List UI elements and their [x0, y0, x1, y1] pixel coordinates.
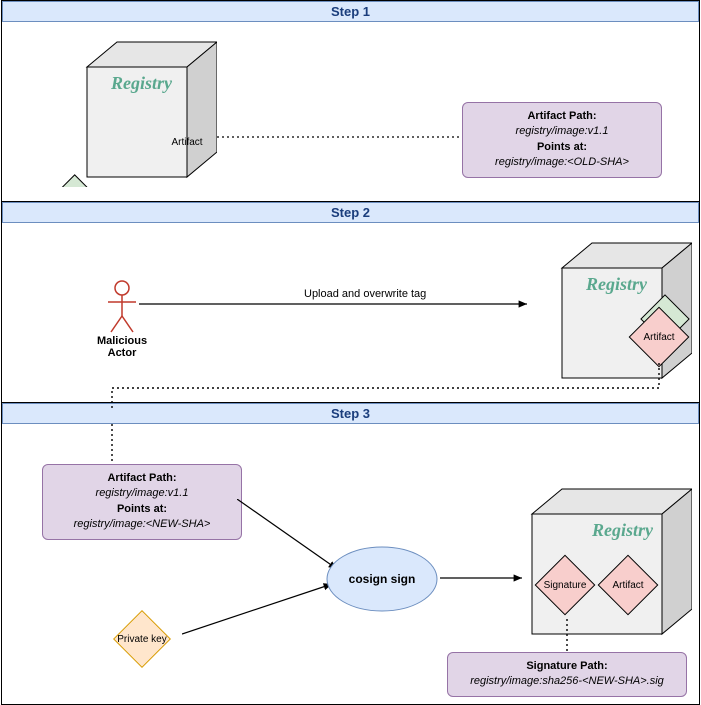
step2-header: Step 2: [2, 202, 699, 223]
infobox-title: Artifact Path:: [473, 109, 651, 124]
private-key-label: Private key: [117, 634, 166, 645]
upload-edge-label: Upload and overwrite tag: [302, 288, 428, 300]
infobox-value2: registry/image:<OLD-SHA>: [473, 155, 651, 170]
signature-label: Signature: [544, 580, 587, 591]
dotted-to-sigpath: [562, 619, 572, 654]
artifact-label-step3: Artifact: [612, 580, 643, 591]
dotted-continue: [107, 424, 117, 464]
diagram-container: Step 1 Registry Artifact Artifact Path:: [1, 0, 700, 705]
artifact-label-step1: Artifact: [171, 137, 202, 148]
registry-label-step1: Registry: [110, 73, 173, 93]
actor-label: Malicious Actor: [87, 335, 157, 359]
infobox-title2: Points at:: [473, 140, 651, 155]
artifact-label-step2: Artifact: [643, 332, 674, 343]
infobox-value2: registry/image:<NEW-SHA>: [53, 517, 231, 532]
dotted-connector-step1: [217, 132, 467, 142]
infobox-title: Artifact Path:: [53, 471, 231, 486]
step1-header: Step 1: [2, 1, 699, 22]
signature-path-box: Signature Path: registry/image:sha256-<N…: [447, 652, 687, 697]
cosign-label: cosign sign: [349, 572, 416, 586]
arrow-to-cosign-2: [182, 574, 342, 654]
registry-label-step3: Registry: [591, 520, 654, 540]
infobox-value: registry/image:sha256-<NEW-SHA>.sig: [458, 674, 676, 689]
malicious-actor: Malicious Actor: [87, 278, 157, 359]
registry-label-step2: Registry: [585, 274, 648, 294]
infobox-value: registry/image:v1.1: [53, 486, 231, 501]
step1-body: Registry Artifact Artifact Path: registr…: [2, 22, 699, 202]
artifact-path-box-step3: Artifact Path: registry/image:v1.1 Point…: [42, 464, 242, 540]
infobox-value: registry/image:v1.1: [473, 124, 651, 139]
infobox-title: Signature Path:: [458, 659, 676, 674]
private-key-diamond: Private key: [102, 599, 182, 679]
artifact-path-box-step1: Artifact Path: registry/image:v1.1 Point…: [462, 102, 662, 178]
registry-cube-step1: Registry Artifact: [57, 37, 217, 187]
upload-arrow: [139, 298, 534, 312]
step3-body: Artifact Path: registry/image:v1.1 Point…: [2, 424, 699, 704]
registry-cube-step3: Registry Signature Artifact: [502, 484, 692, 644]
dotted-path-step2: [107, 363, 667, 408]
step2-body: Malicious Actor Upload and overwrite tag…: [2, 223, 699, 403]
cosign-ellipse: cosign sign: [322, 544, 442, 614]
infobox-title2: Points at:: [53, 502, 231, 517]
